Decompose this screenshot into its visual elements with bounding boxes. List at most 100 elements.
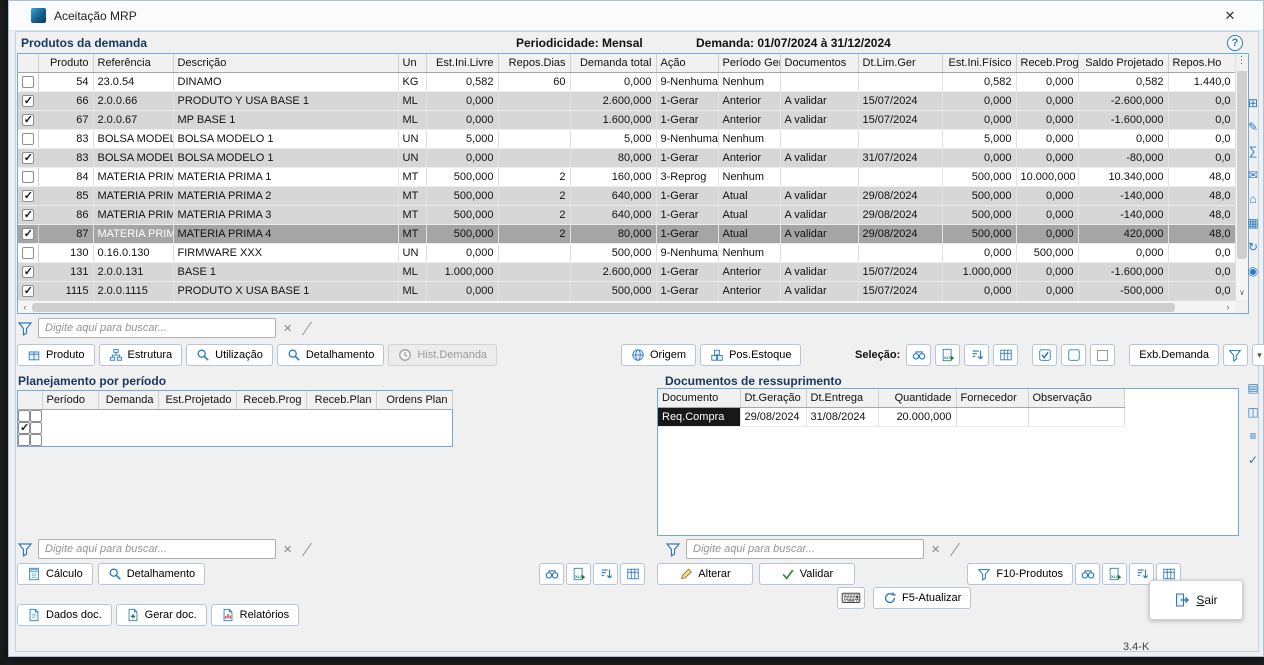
row-checkbox-cell[interactable]: [18, 72, 38, 91]
row-checkbox-cell[interactable]: [18, 224, 38, 243]
column-header[interactable]: Dt.Geração: [740, 389, 806, 407]
cell-est-ini-fisico[interactable]: 0,582: [942, 72, 1016, 91]
cell-referencia[interactable]: MATERIA PRIMA 1: [93, 167, 173, 186]
cell-periodo-ger[interactable]: Anterior: [718, 262, 780, 281]
cell-documentos[interactable]: [780, 129, 858, 148]
cell-est-ini-livre[interactable]: 500,000: [426, 186, 498, 205]
cell-documentos[interactable]: A validar: [780, 224, 858, 243]
cell-acao[interactable]: 9-Nenhuma: [656, 129, 718, 148]
scroll-left-icon[interactable]: ‹: [18, 302, 32, 312]
cell-un[interactable]: ML: [398, 281, 426, 300]
cell-receb-prog[interactable]: 0,000: [1016, 205, 1078, 224]
cell-repos-horas[interactable]: 1.440,0: [1168, 72, 1235, 91]
column-header[interactable]: Período: [42, 391, 98, 409]
cell-descricao[interactable]: MATERIA PRIMA 2: [173, 186, 398, 205]
estrutura-button[interactable]: Estrutura: [99, 344, 183, 366]
cell-repos-dias[interactable]: [498, 243, 570, 262]
export-xls-button[interactable]: [1102, 563, 1127, 585]
cell-periodo-ger[interactable]: Anterior: [718, 148, 780, 167]
cell-un[interactable]: UN: [398, 148, 426, 167]
demand-row[interactable]: 54 23.0.54 DINAMO KG 0,582 60 0,000 9-Ne…: [18, 72, 1235, 91]
cell-receb-prog[interactable]: 10.000,000: [1016, 167, 1078, 186]
checkbox-column-header[interactable]: [18, 54, 38, 72]
documents-search-input[interactable]: [686, 539, 924, 559]
cell-un[interactable]: UN: [398, 243, 426, 262]
cell-saldo-projetado[interactable]: -140,000: [1078, 186, 1168, 205]
cell-repos-dias[interactable]: 60: [498, 72, 570, 91]
cell-dt-lim-ger[interactable]: [858, 243, 942, 262]
row-checkbox-cell[interactable]: [18, 205, 38, 224]
cell-receb-prog[interactable]: 0,000: [1016, 110, 1078, 129]
column-header[interactable]: Repos.Ho: [1168, 54, 1235, 72]
more-options-dropdown[interactable]: ▾: [1252, 344, 1264, 366]
cell-documento[interactable]: Req.Compra: [658, 407, 740, 426]
cell-documentos[interactable]: [780, 72, 858, 91]
cell-demanda-total[interactable]: 640,000: [570, 186, 656, 205]
column-header[interactable]: Receb.Prog: [236, 391, 306, 409]
cell-referencia[interactable]: BOLSA MODELO 1: [93, 148, 173, 167]
f5-atualizar-button[interactable]: F5-Atualizar: [873, 587, 971, 609]
cell-est-ini-livre[interactable]: 500,000: [426, 167, 498, 186]
cell-referencia[interactable]: 2.0.0.131: [93, 262, 173, 281]
hist-demanda-button[interactable]: Hist.Demanda: [388, 344, 497, 366]
cell-est-ini-fisico[interactable]: 1.000,000: [942, 262, 1016, 281]
cell-dt-lim-ger[interactable]: 29/08/2024: [858, 224, 942, 243]
cell-repos-horas[interactable]: 0,0: [1168, 243, 1235, 262]
cell-produto[interactable]: 67: [38, 110, 93, 129]
cell-documentos[interactable]: A validar: [780, 148, 858, 167]
row-checkbox-cell[interactable]: [18, 281, 38, 300]
clear-search-icon[interactable]: ✕: [281, 322, 294, 335]
column-header[interactable]: Descrição: [173, 54, 398, 72]
row-checkbox[interactable]: [22, 266, 34, 278]
cell-referencia[interactable]: 23.0.54: [93, 72, 173, 91]
document-row[interactable]: Req.Compra 29/08/2024 31/08/2024 20.000,…: [658, 407, 1124, 426]
cell-receb-prog[interactable]: 0,000: [1016, 148, 1078, 167]
cell-receb-prog[interactable]: 0,000: [1016, 91, 1078, 110]
column-header[interactable]: Saldo Projetado: [1078, 54, 1168, 72]
cell-documentos[interactable]: A validar: [780, 262, 858, 281]
side-toolbar-button[interactable]: ∑: [1246, 144, 1261, 159]
locate-button[interactable]: [1075, 563, 1100, 585]
help-icon[interactable]: ?: [1227, 35, 1243, 51]
cell-descricao[interactable]: PRODUTO X USA BASE 1: [173, 281, 398, 300]
column-header[interactable]: Receb.Prog: [1016, 54, 1078, 72]
row-checkbox-cell[interactable]: [18, 148, 38, 167]
cell-descricao[interactable]: MP BASE 1: [173, 110, 398, 129]
cell-saldo-projetado[interactable]: -1.600,000: [1078, 262, 1168, 281]
cell-receb-prog[interactable]: 0,000: [1016, 129, 1078, 148]
cell-saldo-projetado[interactable]: 0,582: [1078, 72, 1168, 91]
cell-repos-horas[interactable]: 0,0: [1168, 129, 1235, 148]
cell-produto[interactable]: 130: [38, 243, 93, 262]
cell-repos-horas[interactable]: 0,0: [1168, 281, 1235, 300]
cell-un[interactable]: ML: [398, 91, 426, 110]
cell-acao[interactable]: 1-Gerar: [656, 186, 718, 205]
cell-demanda-total[interactable]: 500,000: [570, 243, 656, 262]
cell-quantidade[interactable]: 20.000,000: [878, 407, 956, 426]
clear-search-icon[interactable]: ✕: [929, 543, 942, 556]
grid-config-button[interactable]: [620, 563, 645, 585]
demand-search-input[interactable]: [38, 318, 276, 338]
cell-saldo-projetado[interactable]: 0,000: [1078, 129, 1168, 148]
column-header[interactable]: Dt.Entrega: [806, 389, 878, 407]
planning-search-input[interactable]: [38, 539, 276, 559]
cell-descricao[interactable]: MATERIA PRIMA 4: [173, 224, 398, 243]
cell-demanda-total[interactable]: 500,000: [570, 281, 656, 300]
row-checkbox[interactable]: [22, 171, 34, 183]
demand-row[interactable]: 85 MATERIA PRIMA 2 MATERIA PRIMA 2 MT 50…: [18, 186, 1235, 205]
column-header[interactable]: Est.Ini.Livre: [426, 54, 498, 72]
demand-row[interactable]: 87 MATERIA PRIMA 4 MATERIA PRIMA 4 MT 50…: [18, 224, 1235, 243]
cell-periodo-ger[interactable]: Anterior: [718, 110, 780, 129]
cell-repos-dias[interactable]: [498, 110, 570, 129]
column-header[interactable]: Referência: [93, 54, 173, 72]
cell-est-ini-fisico[interactable]: 500,000: [942, 186, 1016, 205]
column-header[interactable]: Demanda: [98, 391, 158, 409]
cell-demanda-total[interactable]: 5,000: [570, 129, 656, 148]
column-header[interactable]: Un: [398, 54, 426, 72]
cell-documentos[interactable]: A validar: [780, 281, 858, 300]
cell-referencia[interactable]: 2.0.0.66: [93, 91, 173, 110]
horizontal-scroll-thumb[interactable]: [32, 303, 1175, 312]
cell-est-ini-livre[interactable]: 0,000: [426, 243, 498, 262]
cell-saldo-projetado[interactable]: 420,000: [1078, 224, 1168, 243]
cell-acao[interactable]: 9-Nenhuma: [656, 243, 718, 262]
side-toolbar-button[interactable]: ⌂: [1246, 192, 1261, 207]
